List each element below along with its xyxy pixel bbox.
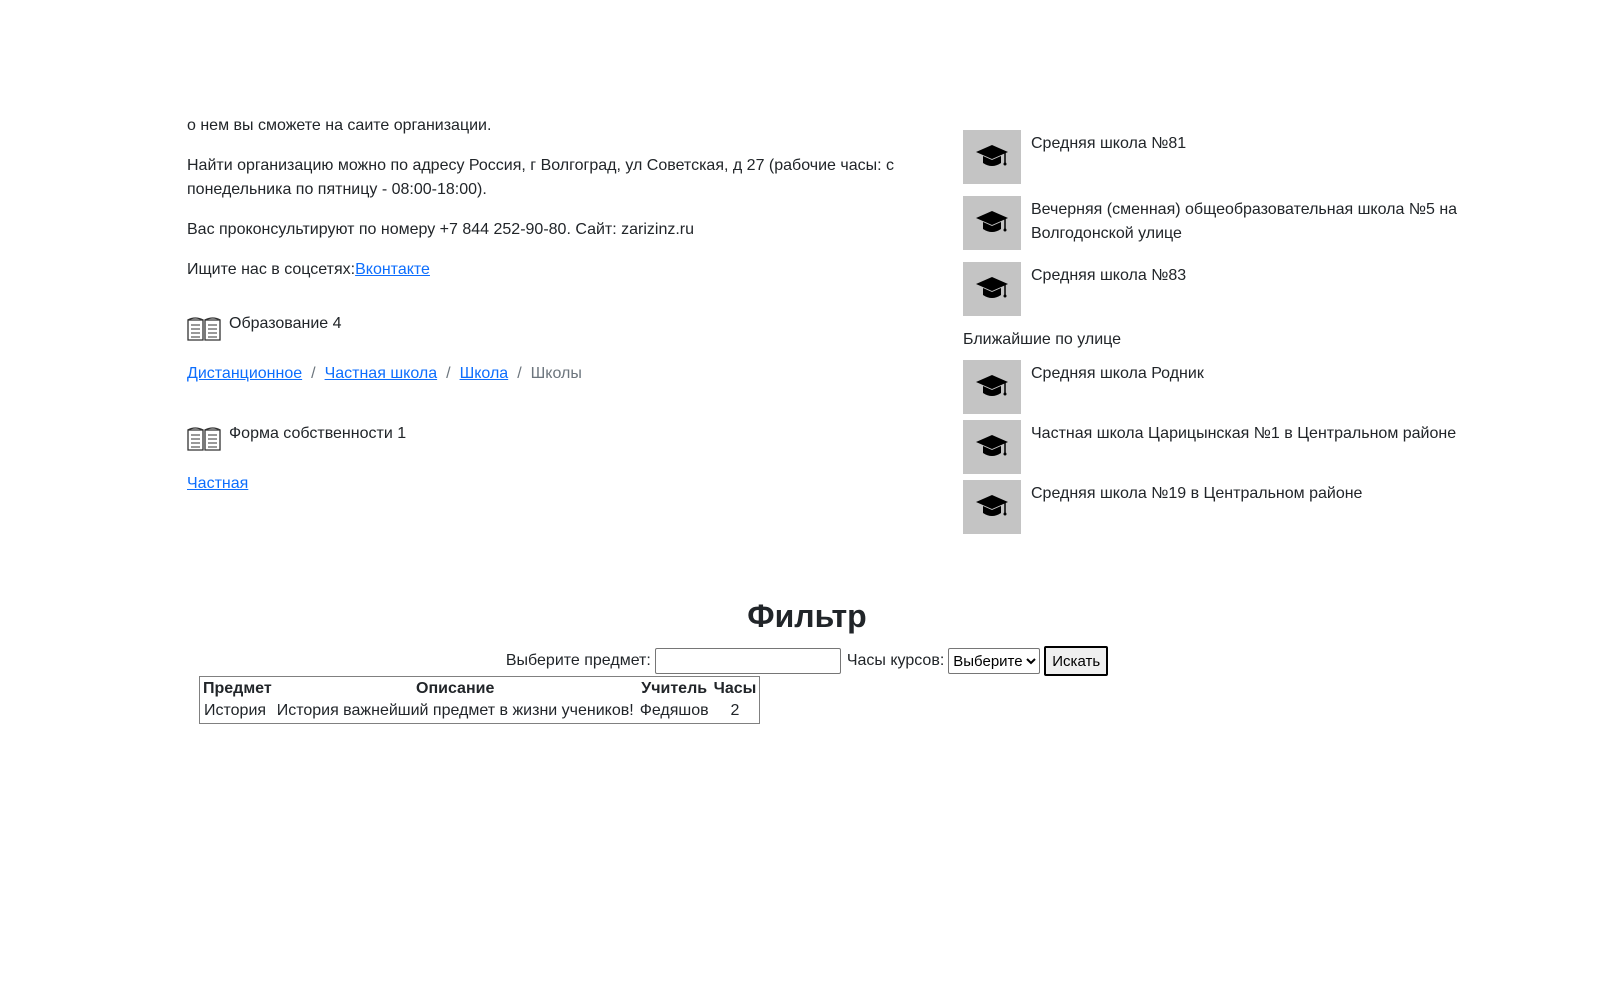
school-link[interactable]: Вечерняя (сменная) общеобразовательная ш… <box>1031 196 1473 246</box>
school-thumbnail <box>963 360 1021 414</box>
cell-subject: История <box>204 702 267 719</box>
graduation-cap-icon <box>976 145 1008 166</box>
page: о нем вы сможете на саите организации. Н… <box>0 0 1614 992</box>
hours-label: Часы курсов: <box>846 652 945 669</box>
social-line: Ищите нас в соцсетях:Вконтакте <box>187 258 897 282</box>
school-item[interactable]: Средняя школа №81 <box>963 130 1473 184</box>
column-header-teacher: Учитель <box>641 680 708 697</box>
school-thumbnail <box>963 262 1021 316</box>
vk-link[interactable]: Вконтакте <box>355 261 430 278</box>
subject-label: Выберите предмет: <box>505 652 651 669</box>
column-header-subject: Предмет <box>203 680 272 697</box>
nearby-school-link[interactable]: Частная школа Царицынская №1 в Центральн… <box>1031 420 1456 446</box>
school-thumbnail <box>963 480 1021 534</box>
crumb-distance[interactable]: Дистанционное <box>187 362 302 386</box>
graduation-cap-icon <box>976 495 1008 516</box>
ownership-title: Форма собственности 1 <box>229 425 407 442</box>
ownership-private-link[interactable]: Частная <box>187 475 248 492</box>
about-text: о нем вы сможете на саите организации. <box>187 117 492 134</box>
courses-table: Предмет Описание Учитель Часы История Ис… <box>199 676 761 724</box>
phone-text: Вас проконсультируют по номеру +7 844 25… <box>187 221 695 238</box>
nearby-school-link[interactable]: Средняя школа №19 в Центральном районе <box>1031 480 1362 506</box>
hours-select[interactable]: Выберите <box>948 648 1041 674</box>
social-prefix: Ищите нас в соцсетях: <box>187 261 356 278</box>
filter-title: Фильтр <box>747 598 867 634</box>
education-title: Образование 4 <box>229 315 342 332</box>
crumb-schools-active: Школы <box>530 365 582 382</box>
crumb-school[interactable]: Школа <box>460 362 509 386</box>
graduation-cap-icon <box>976 435 1008 456</box>
book-icon <box>187 317 221 341</box>
filter-form: Выберите предмет: Часы курсов: Выберите … <box>0 646 1614 676</box>
address-text: Найти организацию можно по адресу Россия… <box>187 157 894 198</box>
graduation-cap-icon <box>976 277 1008 298</box>
school-thumbnail <box>963 420 1021 474</box>
cell-teacher: Федяшов <box>639 702 709 719</box>
crumb-separator: / <box>517 365 522 382</box>
book-icon <box>187 427 221 451</box>
nearby-school-item[interactable]: Средняя школа №19 в Центральном районе <box>963 480 1473 534</box>
nearby-title: Ближайшие по улице <box>963 331 1122 348</box>
cell-hours: 2 <box>730 702 740 719</box>
cell-description: История важнейший предмет в жизни ученик… <box>276 702 634 719</box>
education-heading: Образование 4 <box>187 312 897 344</box>
column-header-description: Описание <box>416 680 495 697</box>
school-thumbnail <box>963 196 1021 250</box>
ownership-heading: Форма собственности 1 <box>187 422 897 454</box>
school-thumbnail <box>963 130 1021 184</box>
nearby-school-link[interactable]: Средняя школа Родник <box>1031 360 1204 386</box>
table-header-row: Предмет Описание Учитель Часы <box>202 679 757 699</box>
school-link[interactable]: Средняя школа №83 <box>1031 262 1186 288</box>
crumb-private-school[interactable]: Частная школа <box>325 362 438 386</box>
organization-info: о нем вы сможете на саите организации. Н… <box>187 114 897 496</box>
column-header-hours: Часы <box>713 680 757 697</box>
schools-sidebar: Средняя школа №81 Вечерняя (сменная) общ… <box>963 130 1473 540</box>
school-link[interactable]: Средняя школа №81 <box>1031 130 1186 156</box>
table-row: История История важнейший предмет в жизн… <box>202 701 757 721</box>
education-breadcrumb: Дистанционное / Частная школа / Школа / … <box>187 362 897 386</box>
ownership-links: Частная <box>187 472 897 496</box>
crumb-separator: / <box>311 365 316 382</box>
nearby-school-item[interactable]: Частная школа Царицынская №1 в Центральн… <box>963 420 1473 474</box>
subject-input[interactable] <box>654 648 841 674</box>
graduation-cap-icon <box>976 211 1008 232</box>
school-item[interactable]: Вечерняя (сменная) общеобразовательная ш… <box>963 196 1473 250</box>
crumb-separator: / <box>446 365 451 382</box>
search-button[interactable]: Искать <box>1044 646 1109 676</box>
nearby-school-item[interactable]: Средняя школа Родник <box>963 360 1473 414</box>
school-item[interactable]: Средняя школа №83 <box>963 262 1473 316</box>
graduation-cap-icon <box>976 375 1008 396</box>
